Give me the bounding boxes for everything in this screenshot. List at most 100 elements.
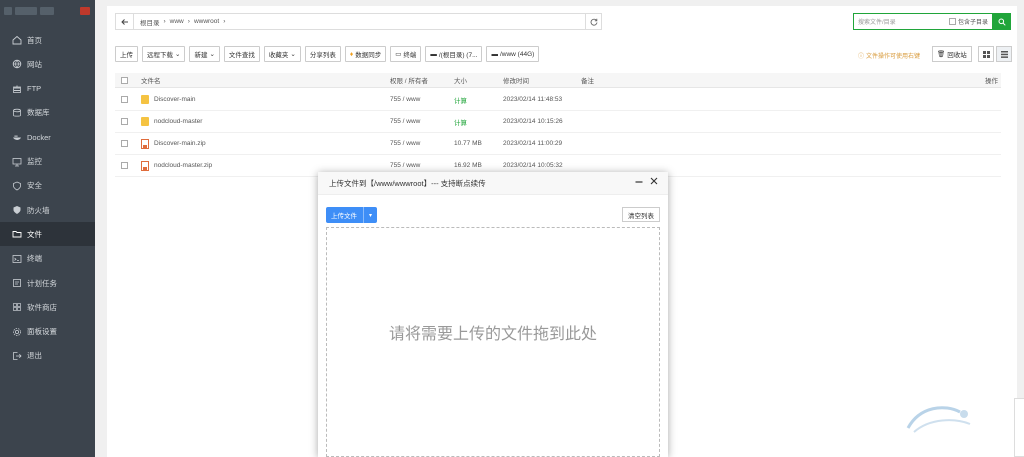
- chevron-right-icon: ›: [187, 18, 190, 25]
- sidebar-item-4[interactable]: Docker: [0, 125, 95, 149]
- recycle-label: 回收站: [947, 52, 967, 59]
- file-permission[interactable]: 755 / www: [390, 133, 420, 154]
- terminal-button[interactable]: ▭ 终端: [390, 46, 422, 62]
- search-icon: [998, 18, 1006, 26]
- file-permission[interactable]: 755 / www: [390, 89, 420, 110]
- include-subdir-checkbox[interactable]: [948, 18, 956, 25]
- sidebar-item-label: 安全: [27, 181, 42, 191]
- recycle-bin-button[interactable]: 🗑 回收站: [932, 46, 972, 62]
- sidebar-item-13[interactable]: 退出: [0, 344, 95, 368]
- sidebar-item-3[interactable]: 数据库: [0, 101, 95, 125]
- sidebar-item-7[interactable]: 防火墙: [0, 198, 95, 222]
- file-permission[interactable]: 755 / www: [390, 111, 420, 132]
- disk-www-label: /www (44G): [499, 50, 535, 58]
- back-button[interactable]: [116, 14, 134, 29]
- terminal-icon: ▭: [395, 51, 402, 58]
- database-icon: [12, 108, 22, 118]
- upload-dropzone[interactable]: 请将需要上传的文件拖到此处: [326, 227, 660, 457]
- breadcrumb-www[interactable]: www: [170, 18, 184, 25]
- row-checkbox[interactable]: [121, 140, 128, 147]
- list-icon: [1000, 50, 1008, 58]
- disk-www-button[interactable]: ▬/www (44G): [486, 46, 540, 62]
- search-button[interactable]: [993, 13, 1011, 30]
- refresh-icon: [590, 18, 597, 26]
- row-checkbox[interactable]: [121, 162, 128, 169]
- data-sync-label: 数据同步: [355, 52, 382, 59]
- sidebar-item-label: 防火墙: [27, 205, 50, 215]
- share-list-button[interactable]: 分享列表: [304, 46, 341, 62]
- row-checkbox[interactable]: [121, 118, 128, 125]
- select-all-checkbox[interactable]: [121, 76, 128, 84]
- header-size[interactable]: 大小: [454, 73, 467, 87]
- sidebar-item-label: 文件: [27, 229, 42, 239]
- sidebar-item-label: Docker: [27, 132, 51, 142]
- sync-icon: ♦: [349, 50, 354, 58]
- include-subdir-toggle[interactable]: 包含子目录: [948, 17, 988, 26]
- breadcrumb-root[interactable]: 根目录: [140, 17, 160, 27]
- favorites-button[interactable]: 收藏夹 ⌄: [263, 46, 301, 62]
- grid-icon: [982, 50, 990, 58]
- chevron-down-icon: ⌄: [209, 51, 215, 58]
- upload-dropdown-toggle[interactable]: ▾: [363, 207, 377, 223]
- close-button[interactable]: [648, 177, 660, 188]
- terminal-label: 终端: [403, 52, 417, 59]
- data-sync-button[interactable]: ♦ 数据同步: [344, 46, 387, 62]
- right-click-tip: ⓘ 文件操作可使用右键: [858, 51, 920, 60]
- file-size[interactable]: 计算: [454, 89, 467, 110]
- refresh-button[interactable]: [585, 14, 601, 29]
- table-row[interactable]: Discover-main.zip 755 / www 10.77 MB 2023/0…: [115, 133, 1001, 155]
- header-name[interactable]: 文件名: [141, 73, 161, 87]
- file-name[interactable]: Discover-main.zip: [154, 140, 206, 147]
- sidebar-brand: [4, 4, 92, 18]
- file-name[interactable]: nodcloud-master.zip: [154, 162, 212, 169]
- clear-list-button[interactable]: 清空列表: [622, 207, 660, 222]
- clock-icon: [12, 278, 22, 288]
- sidebar-item-11[interactable]: 软件商店: [0, 295, 95, 319]
- chevron-down-icon: ⌄: [290, 51, 296, 58]
- file-name[interactable]: Discover-main: [154, 96, 196, 103]
- sidebar-item-9[interactable]: 终端: [0, 247, 95, 271]
- dialog-title: 上传文件到【/www/wwwroot】--- 支持断点续传: [329, 178, 486, 188]
- file-name[interactable]: nodcloud-master: [154, 118, 202, 125]
- header-note: 备注: [581, 78, 594, 85]
- breadcrumb-wwwroot[interactable]: wwwroot: [194, 18, 219, 25]
- header-mtime[interactable]: 修改时间: [503, 73, 529, 87]
- sidebar-item-2[interactable]: FTP: [0, 77, 95, 101]
- brand-logo-icon: [4, 7, 12, 15]
- file-size: 10.77 MB: [454, 140, 482, 147]
- sidebar-item-10[interactable]: 计划任务: [0, 271, 95, 295]
- trash-icon: 🗑: [937, 51, 946, 58]
- chevron-right-icon: ›: [163, 18, 166, 25]
- minimize-button[interactable]: [633, 177, 645, 188]
- disk-icon: ▬: [430, 50, 437, 58]
- row-checkbox[interactable]: [121, 96, 128, 103]
- upload-file-button[interactable]: 上传文件 ▾: [326, 207, 377, 223]
- side-feedback-tab[interactable]: [1014, 398, 1024, 457]
- table-row[interactable]: nodcloud-master 755 / www 计算 2023/02/14 10:…: [115, 111, 1001, 133]
- sidebar-item-1[interactable]: 网站: [0, 52, 95, 76]
- sidebar-item-12[interactable]: 面板设置: [0, 320, 95, 344]
- table-row[interactable]: Discover-main 755 / www 计算 2023/02/14 11:48…: [115, 89, 1001, 111]
- search-input[interactable]: 搜索文件/目录 包含子目录: [853, 13, 993, 30]
- favorites-label: 收藏夹: [268, 52, 289, 59]
- info-icon: ⓘ: [858, 54, 865, 60]
- disk-root-button[interactable]: ▬/(根目录) (7...: [425, 46, 483, 62]
- sidebar-item-5[interactable]: 监控: [0, 150, 95, 174]
- file-size[interactable]: 计算: [454, 111, 467, 132]
- zip-file-icon: [141, 138, 149, 149]
- new-button[interactable]: 新建 ⌄: [189, 46, 220, 62]
- upload-toolbar-button[interactable]: 上传: [115, 46, 138, 62]
- grid-view-button[interactable]: [978, 46, 994, 62]
- sidebar-item-label: 监控: [27, 157, 42, 166]
- caret-down-icon: ▾: [368, 212, 372, 219]
- list-view-button[interactable]: [996, 46, 1012, 62]
- remote-download-button[interactable]: 远程下载 ⌄: [142, 46, 186, 62]
- file-table-header: 文件名 权限 / 所有者 大小 修改时间 备注 操作: [115, 73, 1001, 88]
- sidebar-item-8[interactable]: 文件: [0, 222, 95, 247]
- sidebar-item-0[interactable]: 首页: [0, 28, 95, 52]
- toolbar: 上传 远程下载 ⌄ 新建 ⌄ 文件查找 收藏夹 ⌄ 分享列表 ♦ 数据同步 ▭ 终端 ▬ /…: [115, 46, 540, 62]
- sidebar-item-6[interactable]: 安全: [0, 174, 95, 198]
- brand-mask: [15, 7, 37, 15]
- grid-icon: [12, 302, 22, 312]
- file-search-button[interactable]: 文件查找: [223, 46, 260, 62]
